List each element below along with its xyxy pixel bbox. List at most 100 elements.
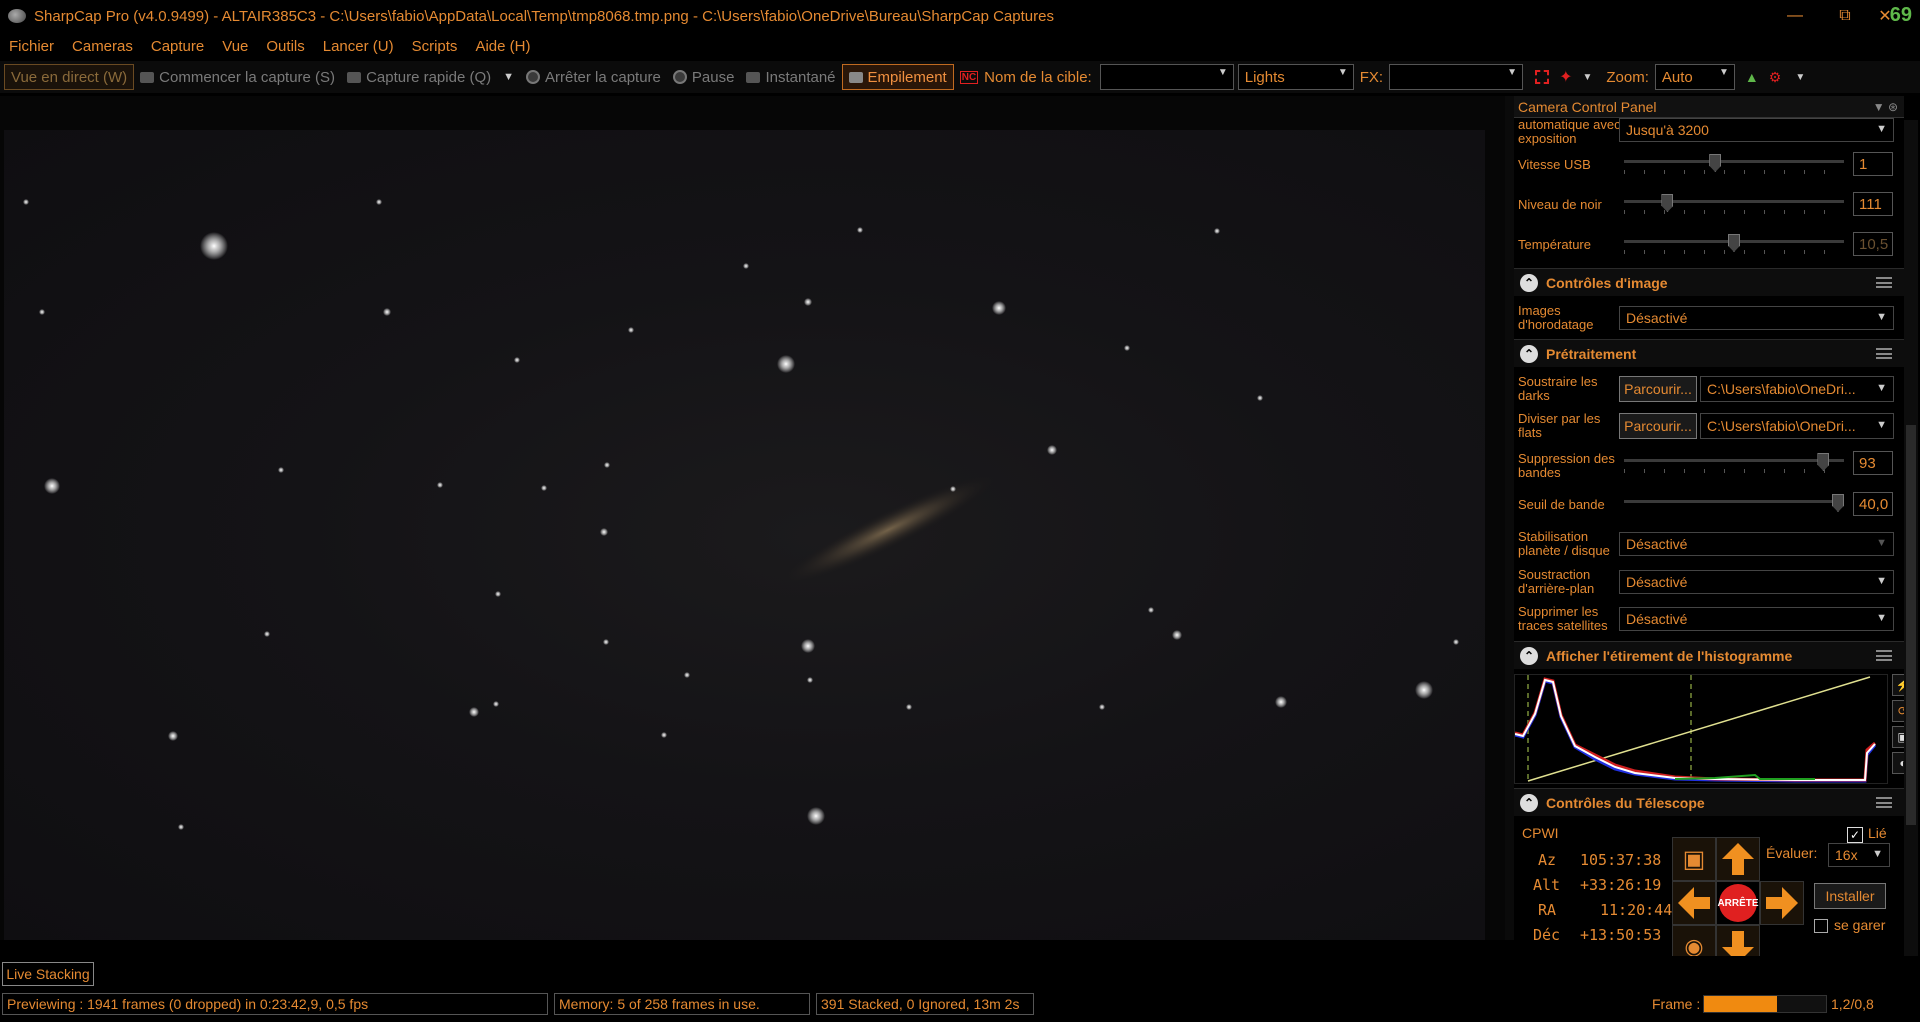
darks-label: Soustraire les darks <box>1518 374 1598 403</box>
snapshot-icon <box>746 71 761 83</box>
menu-scripts[interactable]: Scripts <box>403 38 467 55</box>
frame-label: Frame : <box>1652 996 1701 1012</box>
target-name-select[interactable]: ▼ <box>1099 64 1234 90</box>
menu-icon[interactable] <box>1876 348 1892 359</box>
arrow-down-icon[interactable] <box>1716 925 1760 956</box>
chevron-down-icon: ▼ <box>1876 123 1887 135</box>
satellite-value: Désactivé <box>1626 611 1688 627</box>
menu-fichier[interactable]: Fichier <box>0 38 63 55</box>
install-button[interactable]: Installer <box>1814 883 1886 909</box>
chevron-down-icon[interactable]: ▼ <box>1795 72 1805 83</box>
auto-exposure-select[interactable]: Jusqu'à 3200 ▼ <box>1619 118 1894 142</box>
stop-capture-button[interactable]: Arrêter la capture <box>520 64 667 90</box>
darks-path-value: C:\Users\fabio\OneDri... <box>1707 381 1856 397</box>
temperature-input: 10,5 <box>1853 232 1893 256</box>
chevron-down-icon[interactable]: ▼ <box>503 71 514 83</box>
satellite-select[interactable]: Désactivé ▼ <box>1619 607 1894 631</box>
sync-icon[interactable]: ▣ <box>1672 837 1716 881</box>
auto-stretch-icon[interactable]: ⚡ <box>1892 674 1904 696</box>
banding-slider[interactable] <box>1624 453 1844 473</box>
camera-control-panel: Camera Control Panel ▼ ⊛ automatique avec… <box>1514 96 1904 956</box>
stacking-button[interactable]: Empilement <box>841 64 954 90</box>
collapse-icon[interactable]: ⌃ <box>1520 646 1538 665</box>
az-value: 105:37:38 <box>1580 851 1662 869</box>
rate-select[interactable]: 16x ▼ <box>1828 843 1890 867</box>
stop-button[interactable]: ARRÊTE <box>1716 881 1760 925</box>
save-icon[interactable]: ▣ <box>1892 726 1904 748</box>
memory-status: Memory: 5 of 258 frames in use. <box>554 993 810 1015</box>
menu-vue[interactable]: Vue <box>213 38 257 55</box>
minimize-button[interactable]: — <box>1770 0 1820 32</box>
histogram[interactable] <box>1514 674 1888 784</box>
panel-scrollbar[interactable] <box>1904 120 1918 956</box>
arrow-up-icon[interactable] <box>1716 837 1760 881</box>
live-view-button[interactable]: Vue en direct (W) <box>4 64 135 90</box>
snapshot-button[interactable]: Instantané <box>740 64 841 90</box>
stop-capture-label: Arrêter la capture <box>545 68 661 86</box>
collapse-icon[interactable]: ⌃ <box>1520 793 1538 812</box>
usb-speed-input[interactable]: 1 <box>1853 152 1893 176</box>
fx-label: FX: <box>1359 68 1384 86</box>
crosshair-icon[interactable]: ✦ <box>1559 67 1572 87</box>
collapse-icon[interactable]: ⌃ <box>1520 344 1538 363</box>
settings-icon[interactable]: ⚙ <box>1769 69 1782 86</box>
linked-checkbox[interactable]: ✓ <box>1847 827 1863 843</box>
timestamp-select[interactable]: Désactivé ▼ <box>1619 306 1894 330</box>
menu-lancer[interactable]: Lancer (U) <box>314 38 403 55</box>
start-capture-button[interactable]: Commencer la capture (S) <box>134 64 341 90</box>
background-select[interactable]: Désactivé ▼ <box>1619 570 1894 594</box>
black-level-slider[interactable] <box>1624 194 1844 214</box>
star-field <box>23 199 1459 830</box>
usb-speed-slider[interactable] <box>1624 154 1844 174</box>
roi-icon[interactable] <box>1535 70 1550 84</box>
telescope-header[interactable]: ⌃ Contrôles du Télescope <box>1514 788 1904 816</box>
collapse-icon[interactable]: ⌃ <box>1520 273 1538 292</box>
menu-icon[interactable] <box>1876 277 1892 288</box>
flats-path-value: C:\Users\fabio\OneDri... <box>1707 418 1856 434</box>
preprocessing-header[interactable]: ⌃ Prétraitement <box>1514 339 1904 367</box>
histogram-header[interactable]: ⌃ Afficher l'étirement de l'histogramme <box>1514 641 1904 669</box>
reset-icon[interactable]: ⟳ <box>1892 700 1904 722</box>
tab-live-stacking[interactable]: Live Stacking <box>2 962 94 986</box>
pin-icon[interactable]: ▼ ⊛ <box>1873 100 1898 114</box>
darks-browse-button[interactable]: Parcourir... <box>1619 376 1697 402</box>
image-viewer[interactable] <box>0 96 1505 940</box>
ra-label: RA <box>1538 901 1557 919</box>
banding-input[interactable]: 93 <box>1853 451 1893 475</box>
slider-thumb[interactable] <box>1832 494 1844 512</box>
menu-capture[interactable]: Capture <box>142 38 213 55</box>
contrast-icon[interactable]: ◐ <box>1892 752 1904 774</box>
arrow-left-icon[interactable] <box>1672 881 1716 925</box>
flats-browse-button[interactable]: Parcourir... <box>1619 413 1697 439</box>
rate-label: Évaluer: <box>1766 845 1818 861</box>
menu-outils[interactable]: Outils <box>257 38 313 55</box>
menu-icon[interactable] <box>1876 797 1892 808</box>
darks-path-select[interactable]: C:\Users\fabio\OneDri... ▼ <box>1700 376 1894 402</box>
chevron-down-icon: ▼ <box>1719 67 1729 78</box>
quick-capture-button[interactable]: Capture rapide (Q) ▼ <box>341 64 520 90</box>
status-bar: Previewing : 1941 frames (0 dropped) in … <box>0 990 1920 1018</box>
black-level-input[interactable]: 111 <box>1853 192 1893 216</box>
satellite-label: Supprimer les traces satellites <box>1518 604 1608 633</box>
fx-select[interactable]: ▼ <box>1389 64 1524 90</box>
image-controls-header[interactable]: ⌃ Contrôles d'image <box>1514 268 1904 296</box>
image-controls-title: Contrôles d'image <box>1546 274 1668 291</box>
scroll-thumb[interactable] <box>1906 425 1916 825</box>
band-threshold-slider[interactable] <box>1624 494 1844 514</box>
menu-icon[interactable] <box>1876 650 1892 661</box>
menu-aide[interactable]: Aide (H) <box>466 38 539 55</box>
pause-button[interactable]: Pause <box>667 64 741 90</box>
background-value: Désactivé <box>1626 574 1688 590</box>
band-threshold-input[interactable]: 40,0 <box>1853 492 1893 516</box>
menu-cameras[interactable]: Cameras <box>63 38 142 55</box>
flats-path-select[interactable]: C:\Users\fabio\OneDri... ▼ <box>1700 413 1894 439</box>
park-checkbox[interactable] <box>1814 919 1828 933</box>
arrow-right-icon[interactable] <box>1760 881 1804 925</box>
chevron-down-icon[interactable]: ▼ <box>1582 72 1592 83</box>
bottom-tab-bar <box>0 958 1920 988</box>
zoom-select[interactable]: Auto ▼ <box>1654 64 1735 90</box>
histogram-icon[interactable]: ▲ <box>1745 69 1759 85</box>
frame-type-select[interactable]: Lights ▼ <box>1237 64 1354 90</box>
target-icon[interactable]: ◉ <box>1672 925 1716 956</box>
snapshot-label: Instantané <box>765 68 836 86</box>
